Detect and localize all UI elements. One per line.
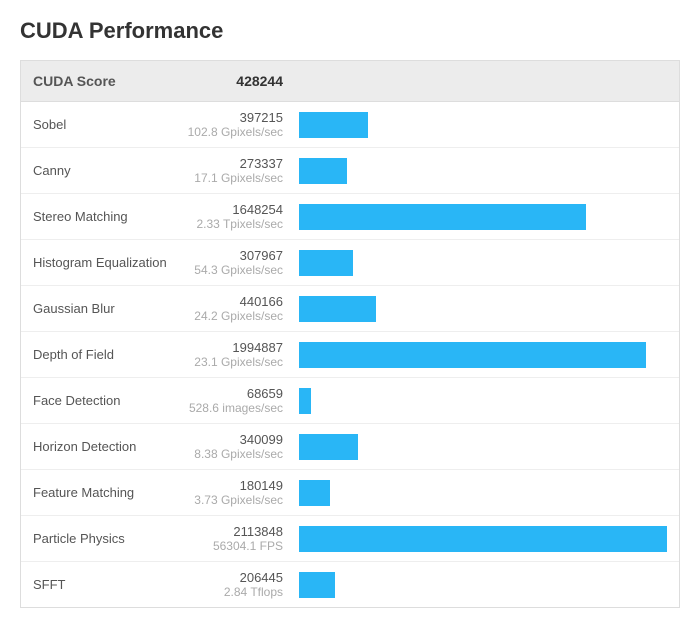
benchmark-rate: 2.33 Tpixels/sec <box>183 217 283 231</box>
score-column: 3400998.38 Gpixels/sec <box>183 432 293 461</box>
table-row: Stereo Matching16482542.33 Tpixels/sec <box>21 194 679 240</box>
score-bar <box>299 388 311 414</box>
benchmark-name: Face Detection <box>33 393 183 408</box>
table-row: Histogram Equalization30796754.3 Gpixels… <box>21 240 679 286</box>
benchmark-name: Histogram Equalization <box>33 255 183 270</box>
table-row: Sobel397215102.8 Gpixels/sec <box>21 102 679 148</box>
benchmark-name: Feature Matching <box>33 485 183 500</box>
benchmark-rate: 102.8 Gpixels/sec <box>183 125 283 139</box>
benchmark-rate: 8.38 Gpixels/sec <box>183 447 283 461</box>
score-bar <box>299 204 586 230</box>
bar-container <box>293 572 667 598</box>
score-bar <box>299 434 358 460</box>
benchmark-rate: 23.1 Gpixels/sec <box>183 355 283 369</box>
bar-container <box>293 388 667 414</box>
benchmark-score: 1994887 <box>183 340 283 355</box>
score-bar <box>299 526 667 552</box>
table-row: Gaussian Blur44016624.2 Gpixels/sec <box>21 286 679 332</box>
header-score: 428244 <box>183 73 293 89</box>
benchmark-score: 68659 <box>183 386 283 401</box>
benchmark-rate: 24.2 Gpixels/sec <box>183 309 283 323</box>
bar-container <box>293 112 667 138</box>
score-column: 1801493.73 Gpixels/sec <box>183 478 293 507</box>
benchmark-name: Depth of Field <box>33 347 183 362</box>
score-bar <box>299 112 368 138</box>
benchmark-score: 397215 <box>183 110 283 125</box>
benchmark-name: Gaussian Blur <box>33 301 183 316</box>
benchmark-rate: 2.84 Tflops <box>183 585 283 599</box>
score-column: 199488723.1 Gpixels/sec <box>183 340 293 369</box>
benchmark-rows: Sobel397215102.8 Gpixels/secCanny2733371… <box>21 102 679 607</box>
benchmark-name: Canny <box>33 163 183 178</box>
score-column: 44016624.2 Gpixels/sec <box>183 294 293 323</box>
table-row: Particle Physics211384856304.1 FPS <box>21 516 679 562</box>
table-row: SFFT2064452.84 Tflops <box>21 562 679 607</box>
score-column: 68659528.6 images/sec <box>183 386 293 415</box>
score-column: 2064452.84 Tflops <box>183 570 293 599</box>
bar-container <box>293 158 667 184</box>
bar-container <box>293 204 667 230</box>
benchmark-name: Stereo Matching <box>33 209 183 224</box>
bar-container <box>293 434 667 460</box>
score-bar <box>299 250 353 276</box>
page-title: CUDA Performance <box>20 18 680 44</box>
benchmark-rate: 3.73 Gpixels/sec <box>183 493 283 507</box>
benchmark-score: 2113848 <box>183 524 283 539</box>
bar-container <box>293 342 667 368</box>
benchmark-score: 340099 <box>183 432 283 447</box>
benchmark-rate: 17.1 Gpixels/sec <box>183 171 283 185</box>
bar-container <box>293 250 667 276</box>
bar-container <box>293 526 667 552</box>
bar-container <box>293 296 667 322</box>
benchmark-rate: 54.3 Gpixels/sec <box>183 263 283 277</box>
score-bar <box>299 572 335 598</box>
benchmark-score: 206445 <box>183 570 283 585</box>
score-bar <box>299 342 646 368</box>
score-column: 397215102.8 Gpixels/sec <box>183 110 293 139</box>
score-bar <box>299 158 347 184</box>
score-column: 16482542.33 Tpixels/sec <box>183 202 293 231</box>
header-row: CUDA Score 428244 <box>21 61 679 102</box>
table-row: Canny27333717.1 Gpixels/sec <box>21 148 679 194</box>
benchmark-rate: 528.6 images/sec <box>183 401 283 415</box>
benchmark-name: SFFT <box>33 577 183 592</box>
score-column: 27333717.1 Gpixels/sec <box>183 156 293 185</box>
benchmark-rate: 56304.1 FPS <box>183 539 283 553</box>
table-row: Horizon Detection3400998.38 Gpixels/sec <box>21 424 679 470</box>
benchmark-score: 273337 <box>183 156 283 171</box>
header-label: CUDA Score <box>33 73 183 89</box>
benchmark-name: Horizon Detection <box>33 439 183 454</box>
benchmark-score: 440166 <box>183 294 283 309</box>
benchmark-score: 180149 <box>183 478 283 493</box>
benchmark-name: Particle Physics <box>33 531 183 546</box>
benchmark-panel: CUDA Score 428244 Sobel397215102.8 Gpixe… <box>20 60 680 608</box>
benchmark-score: 1648254 <box>183 202 283 217</box>
table-row: Feature Matching1801493.73 Gpixels/sec <box>21 470 679 516</box>
benchmark-name: Sobel <box>33 117 183 132</box>
benchmark-score: 307967 <box>183 248 283 263</box>
table-row: Depth of Field199488723.1 Gpixels/sec <box>21 332 679 378</box>
score-column: 211384856304.1 FPS <box>183 524 293 553</box>
score-bar <box>299 296 376 322</box>
table-row: Face Detection68659528.6 images/sec <box>21 378 679 424</box>
score-bar <box>299 480 330 506</box>
bar-container <box>293 480 667 506</box>
score-column: 30796754.3 Gpixels/sec <box>183 248 293 277</box>
